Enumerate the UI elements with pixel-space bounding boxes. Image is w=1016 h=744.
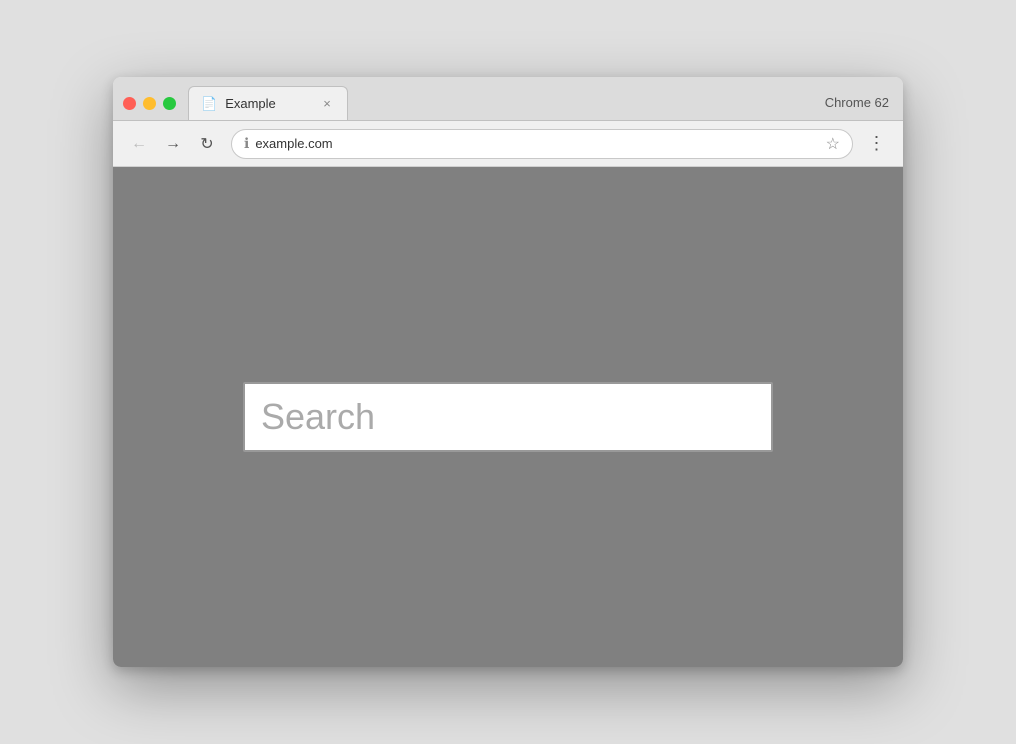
tab-close-button[interactable]: × xyxy=(319,96,335,112)
maximize-button[interactable] xyxy=(163,97,176,110)
window-controls xyxy=(123,97,176,120)
minimize-button[interactable] xyxy=(143,97,156,110)
tab-title: Example xyxy=(225,96,311,111)
address-text: example.com xyxy=(255,136,819,151)
forward-icon: → xyxy=(165,135,181,153)
reload-button[interactable]: ↻ xyxy=(193,130,221,158)
page-content xyxy=(113,167,903,667)
bookmark-star-button[interactable]: ☆ xyxy=(826,134,840,154)
toolbar: ← → ↻ ℹ example.com ☆ ⋮ xyxy=(113,121,903,167)
browser-tab[interactable]: 📄 Example × xyxy=(188,86,348,120)
tab-page-icon: 📄 xyxy=(201,96,217,112)
back-button[interactable]: ← xyxy=(125,130,153,158)
back-icon: ← xyxy=(131,135,147,153)
reload-icon: ↻ xyxy=(200,134,213,154)
chrome-version-label: Chrome 62 xyxy=(825,95,893,120)
address-bar[interactable]: ℹ example.com ☆ xyxy=(231,129,853,159)
security-info-icon: ℹ xyxy=(244,135,249,152)
browser-window: 📄 Example × Chrome 62 ← → ↻ ℹ example.co… xyxy=(113,77,903,667)
search-input[interactable] xyxy=(243,382,773,452)
chrome-menu-button[interactable]: ⋮ xyxy=(863,130,891,158)
close-button[interactable] xyxy=(123,97,136,110)
search-input-wrapper xyxy=(243,382,773,452)
forward-button[interactable]: → xyxy=(159,130,187,158)
title-bar: 📄 Example × Chrome 62 xyxy=(113,77,903,121)
